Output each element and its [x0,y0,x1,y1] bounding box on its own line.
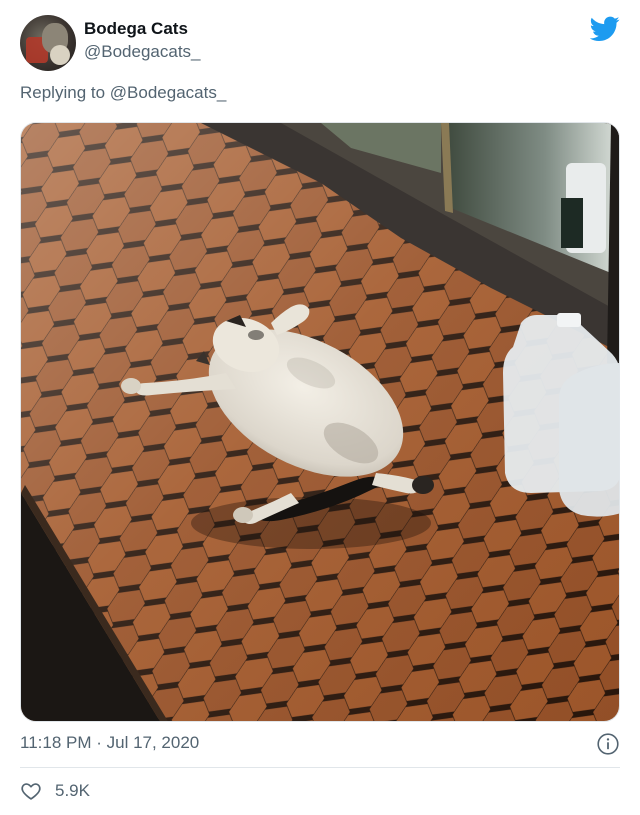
tweet-timestamp[interactable]: 11:18 PM · Jul 17, 2020 [20,733,199,753]
heart-icon [21,783,41,800]
info-icon[interactable] [596,732,620,756]
reply-prefix: Replying to [20,83,106,102]
like-button[interactable]: 5.9K [20,778,90,804]
cat-on-tile-floor-image [21,123,619,721]
like-count: 5.9K [55,781,90,800]
tweet-photo[interactable] [20,122,620,722]
divider [20,767,620,768]
twitter-bird-icon[interactable] [590,16,620,42]
avatar-art [50,45,70,65]
avatar[interactable] [20,15,76,71]
author-name[interactable]: Bodega Cats [84,19,188,39]
author-handle[interactable]: @Bodegacats_ [84,42,201,62]
reply-context: Replying to @Bodegacats_ [20,83,226,103]
reply-to-handle[interactable]: @Bodegacats_ [110,83,227,102]
